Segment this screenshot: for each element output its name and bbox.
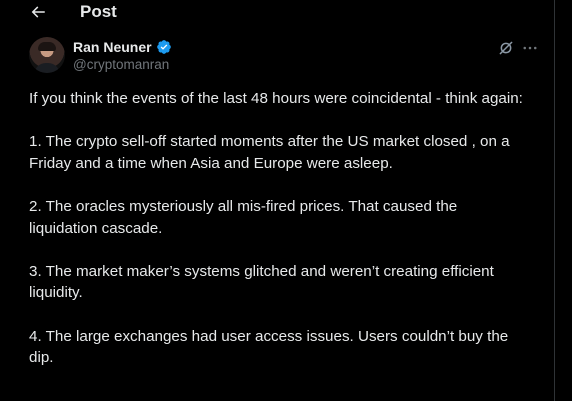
right-rail	[555, 0, 572, 401]
avatar-shirt	[34, 63, 60, 73]
avatar[interactable]	[29, 37, 65, 73]
tweet-paragraph: If you think the events of the last 48 h…	[29, 90, 523, 107]
post-column: Post Ran Neuner @cryptomanran If you thi…	[0, 0, 555, 401]
tweet-paragraph: 1. The crypto sell-off started moments a…	[29, 133, 510, 172]
author-name-row: Ran Neuner	[73, 38, 172, 56]
grok-button[interactable]	[497, 39, 515, 57]
page-title: Post	[80, 2, 117, 21]
more-horizontal-icon	[521, 39, 539, 57]
arrow-left-icon	[29, 3, 47, 21]
back-button[interactable]	[26, 1, 50, 23]
more-button[interactable]	[521, 39, 539, 57]
author-name[interactable]: Ran Neuner	[73, 39, 152, 55]
post-header: Post	[0, 0, 555, 24]
avatar-hair	[38, 42, 56, 51]
grok-icon	[497, 39, 515, 57]
author-handle[interactable]: @cryptomanran	[73, 57, 169, 72]
verified-badge-icon[interactable]	[156, 39, 172, 55]
tweet-paragraph: 4. The large exchanges had user access i…	[29, 327, 509, 367]
tweet-text: If you think the events of the last 48 h…	[29, 88, 529, 390]
tweet-paragraph: 3. The market maker’s systems glitched a…	[29, 262, 494, 302]
tweet-paragraph: 2. The oracles mysteriously all mis-fire…	[29, 197, 458, 237]
